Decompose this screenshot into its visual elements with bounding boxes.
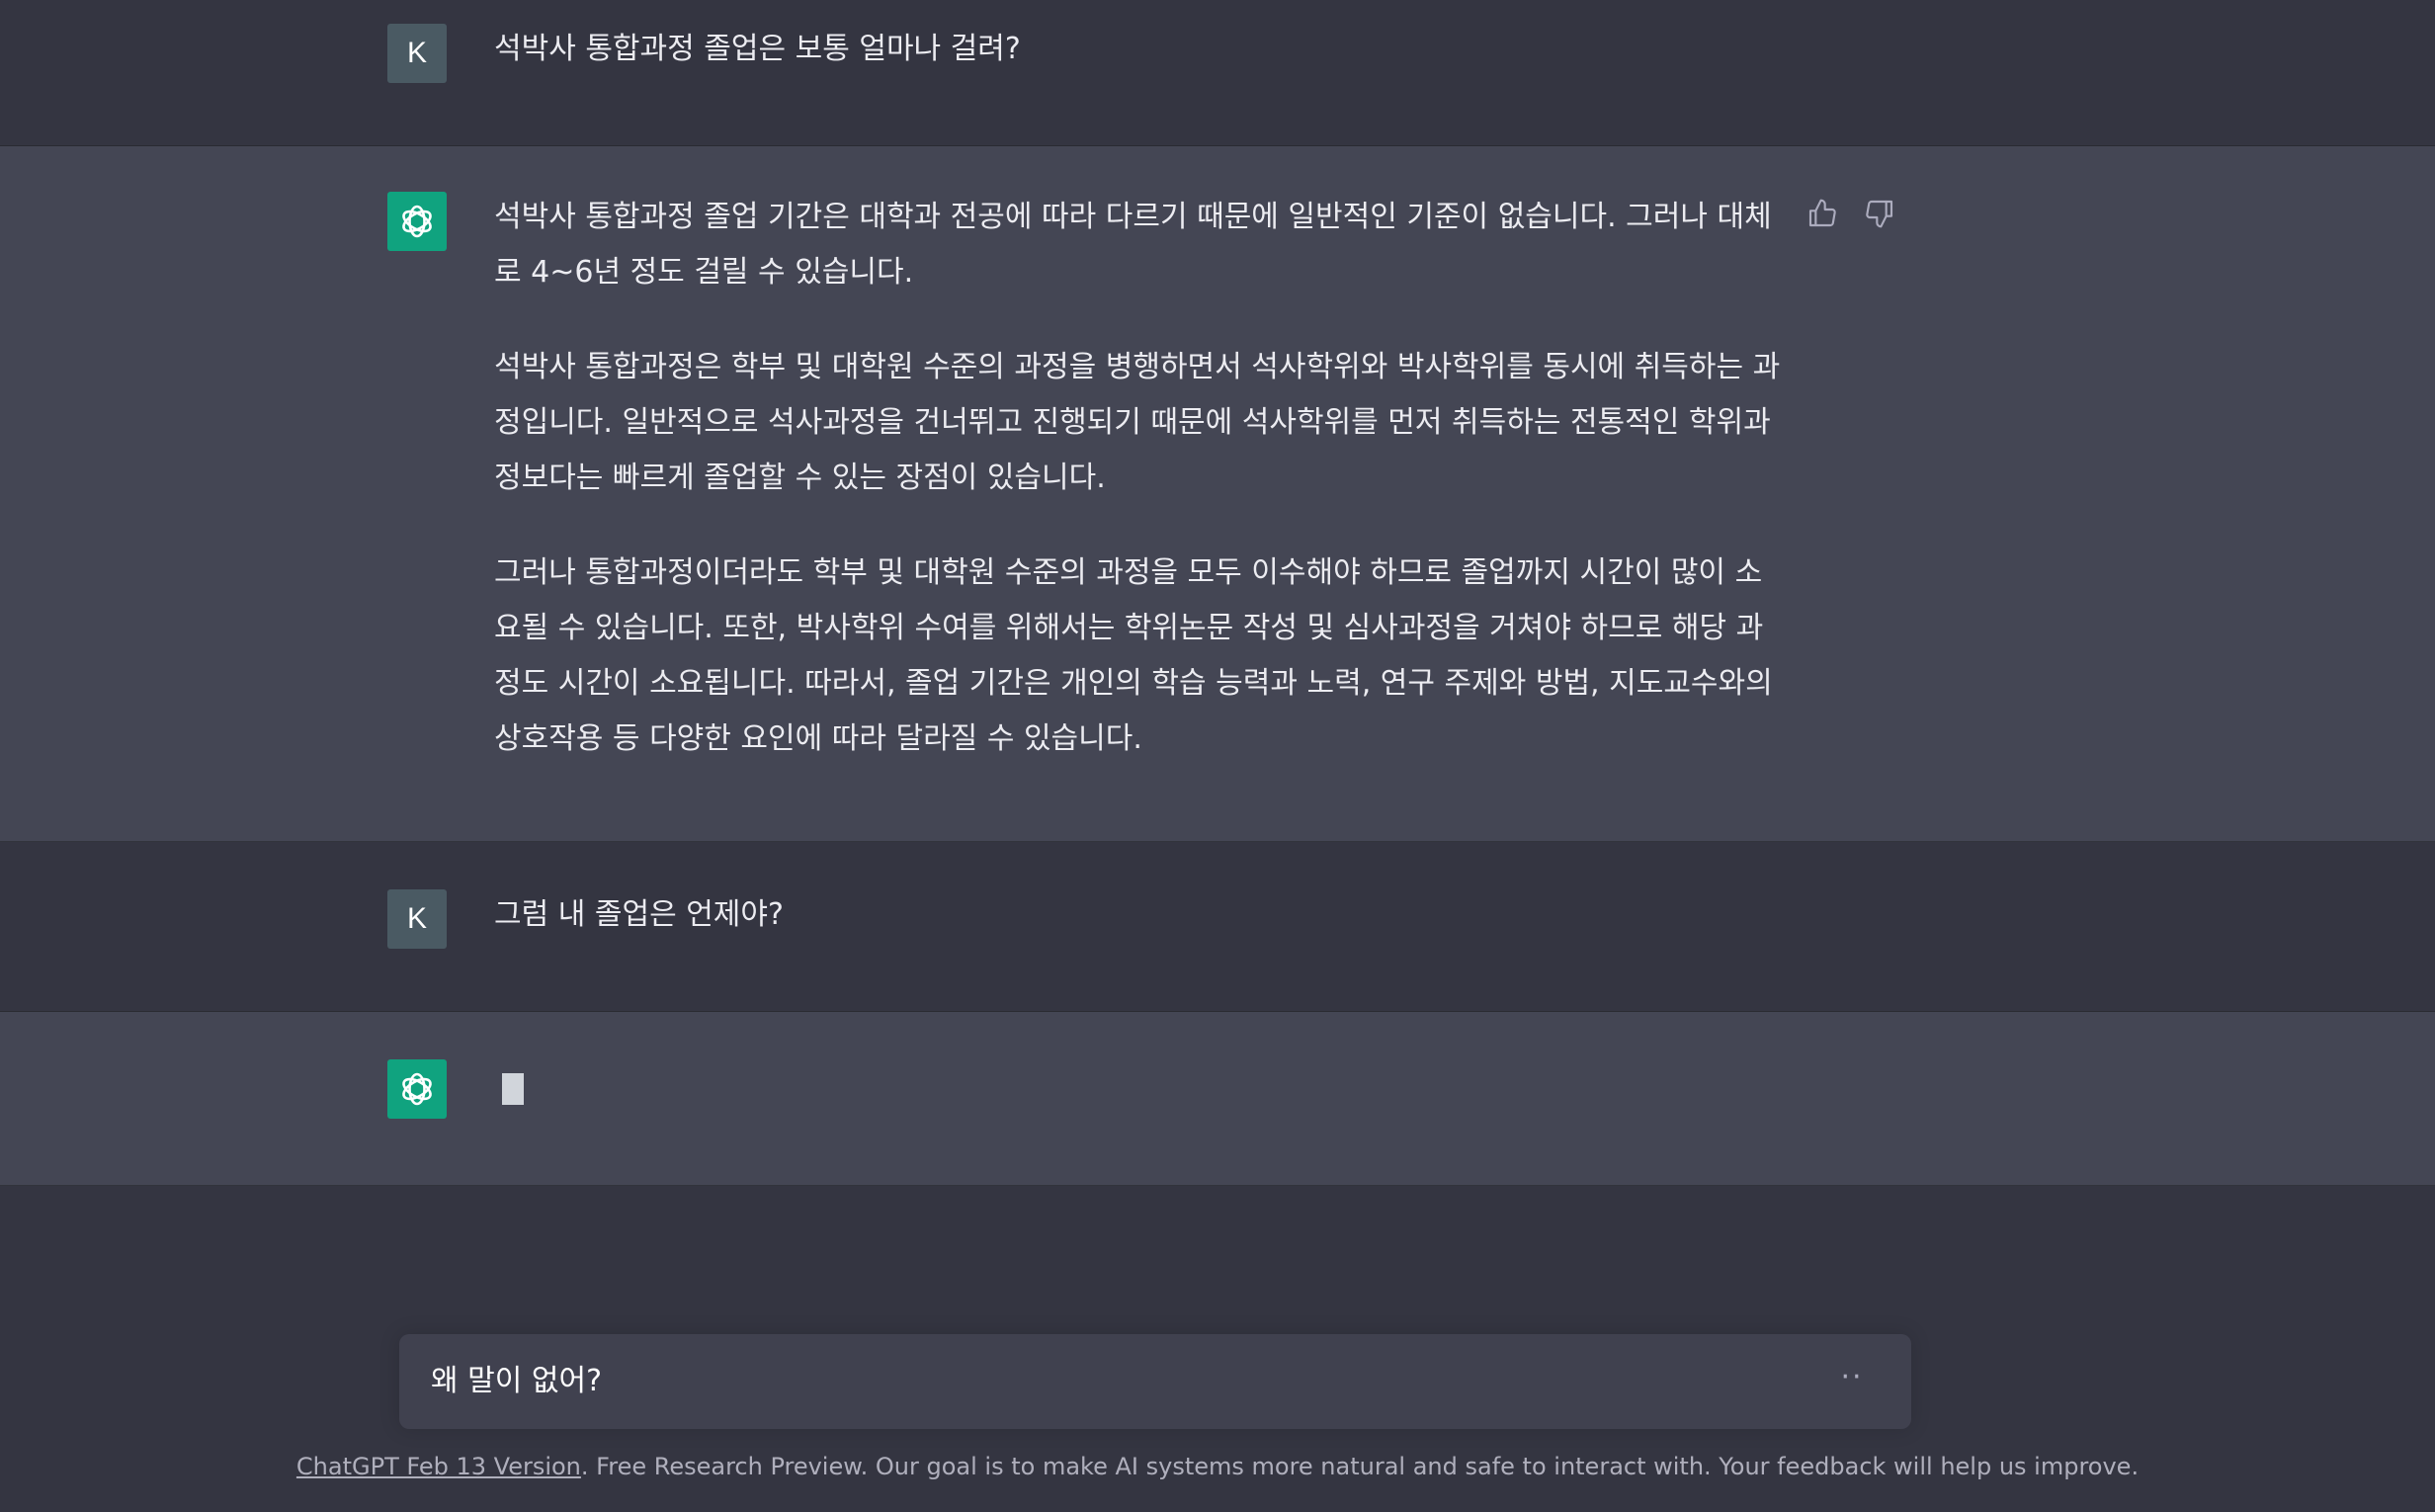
assistant-paragraph: 그러나 통합과정이더라도 학부 및 대학원 수준의 과정을 모두 이수해야 하므… — [494, 555, 1773, 756]
footer-text: . Free Research Preview. Our goal is to … — [580, 1453, 2140, 1480]
user-avatar: K — [387, 889, 447, 949]
version-link[interactable]: ChatGPT Feb 13 Version — [296, 1453, 581, 1480]
user-message-text: 그럼 내 졸업은 언제야? — [494, 897, 784, 932]
user-avatar-initial: K — [406, 902, 427, 935]
user-message: K 그럼 내 졸업은 언제야? — [0, 842, 2435, 1012]
thumbs-down-icon — [1866, 200, 1893, 228]
assistant-message: 석박사 통합과정 졸업 기간은 대학과 전공에 따라 다르기 때문에 일반적인 … — [0, 146, 2435, 842]
openai-logo-icon — [402, 205, 432, 238]
thumbs-up-icon — [1808, 199, 1836, 227]
assistant-paragraph: 석박사 통합과정은 학부 및 대학원 수준의 과정을 병행하면서 석사학위와 박… — [494, 350, 1781, 495]
user-message: K 석박사 통합과정 졸업은 보통 얼마나 걸려? — [0, 0, 2435, 146]
thumbs-down-button[interactable] — [1862, 196, 1897, 231]
user-avatar: K — [387, 24, 447, 83]
assistant-message-text: 석박사 통합과정 졸업 기간은 대학과 전공에 따라 다르기 때문에 일반적인 … — [494, 190, 1789, 767]
typing-cursor — [502, 1073, 524, 1105]
message-composer: ·· — [399, 1334, 1911, 1429]
assistant-paragraph: 석박사 통합과정 졸업 기간은 대학과 전공에 따라 다르기 때문에 일반적인 … — [494, 200, 1772, 290]
feedback-buttons — [1805, 196, 1897, 231]
footer-disclaimer: ChatGPT Feb 13 Version. Free Research Pr… — [0, 1453, 2435, 1480]
assistant-message-generating — [0, 1012, 2435, 1186]
user-avatar-initial: K — [406, 37, 427, 69]
assistant-avatar — [387, 1059, 447, 1119]
thumbs-up-button[interactable] — [1805, 196, 1840, 231]
openai-logo-icon — [402, 1072, 432, 1106]
loading-dots-icon: ·· — [1840, 1360, 1864, 1394]
message-input[interactable] — [429, 1356, 1793, 1407]
assistant-avatar — [387, 192, 447, 251]
user-message-text: 석박사 통합과정 졸업은 보통 얼마나 걸려? — [494, 32, 1021, 66]
